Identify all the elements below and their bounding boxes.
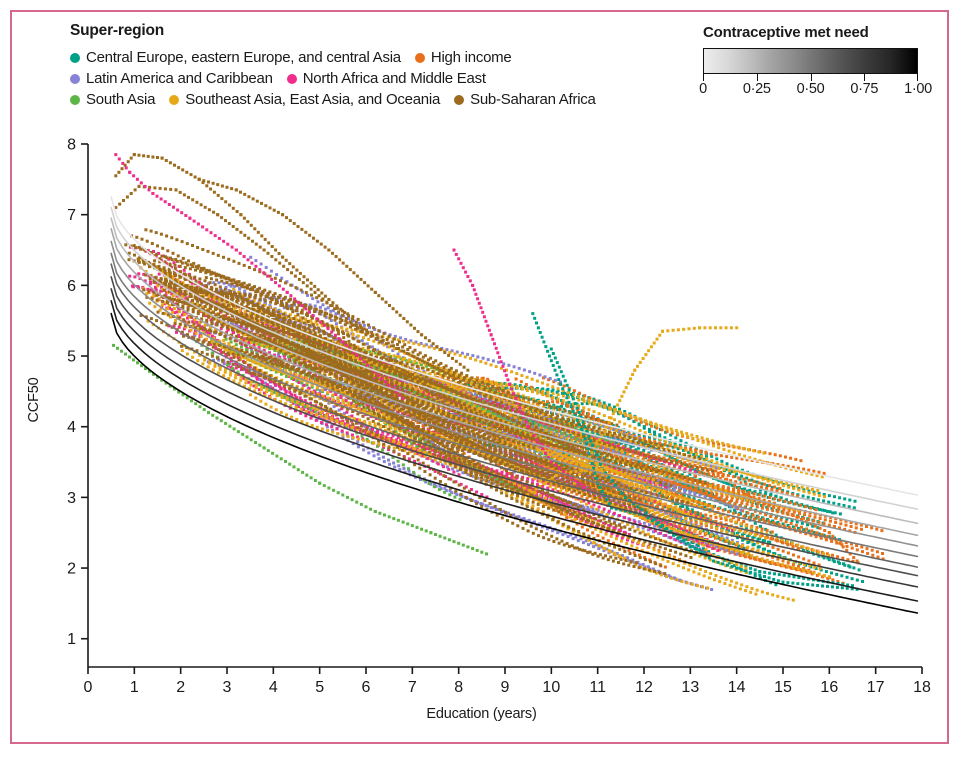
svg-text:8: 8 [67,137,76,154]
svg-text:2: 2 [67,561,76,578]
svg-text:16: 16 [820,679,838,696]
y-axis-title: CCF50 [26,377,42,423]
svg-text:7: 7 [67,207,76,224]
svg-text:14: 14 [728,679,746,696]
svg-text:1: 1 [67,631,76,648]
svg-text:6: 6 [362,679,371,696]
svg-text:3: 3 [67,490,76,507]
svg-text:9: 9 [501,679,510,696]
svg-text:0: 0 [84,679,93,696]
y-axis-ticks: 1 2 3 4 5 6 7 8 [67,137,88,648]
svg-text:15: 15 [774,679,792,696]
svg-text:5: 5 [67,349,76,366]
svg-text:4: 4 [67,419,76,436]
scatter-plot: 1 2 3 4 5 6 7 8 0 1 2 3 4 5 6 7 8 9 10 11 12 13 14 15 16 17 18 Edu… [12,12,951,746]
svg-text:8: 8 [454,679,463,696]
x-axis-ticks: 0 1 2 3 4 5 6 7 8 9 10 11 12 13 14 15 16 17 18 [84,667,931,696]
svg-text:3: 3 [223,679,232,696]
svg-text:13: 13 [681,679,699,696]
plot-canvas: 123456780 1 2 3 4 5 6 7 8 9 10 11 12 13 14 15 16 17 18 [67,137,931,697]
x-axis-title: Education (years) [426,706,537,722]
svg-text:10: 10 [542,679,560,696]
svg-text:12: 12 [635,679,653,696]
figure-panel: Super-region Central Europe, eastern Eur… [10,10,949,744]
svg-text:17: 17 [867,679,885,696]
svg-text:1: 1 [130,679,139,696]
svg-text:6: 6 [67,278,76,295]
data-layer [110,153,919,614]
svg-text:11: 11 [589,679,606,696]
svg-text:5: 5 [315,679,324,696]
svg-text:7: 7 [408,679,417,696]
svg-text:4: 4 [269,679,278,696]
svg-text:18: 18 [913,679,931,696]
svg-text:2: 2 [176,679,185,696]
